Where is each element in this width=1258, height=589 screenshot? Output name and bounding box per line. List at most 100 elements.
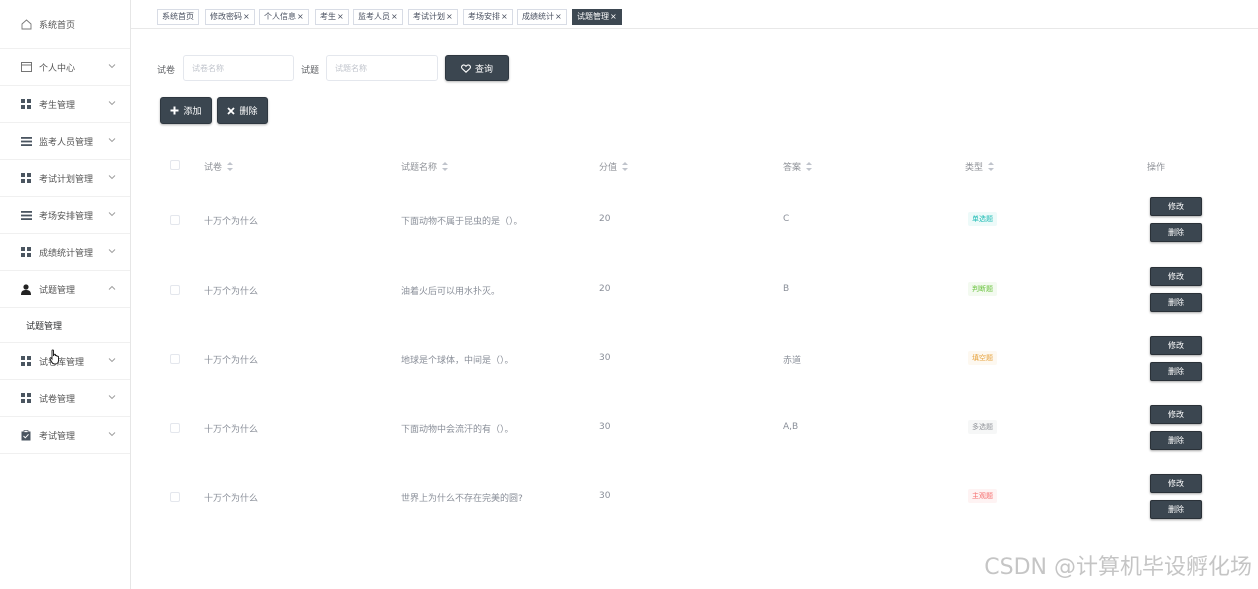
sidebar-item-label: 监考人员管理 [39, 137, 94, 148]
delete-button[interactable]: 删除 [1150, 223, 1202, 242]
paper-cell: 十万个为什么 [204, 356, 259, 366]
row-checkbox[interactable] [170, 423, 180, 433]
sidebar-item-5[interactable]: 考场安排管理 [0, 197, 130, 234]
submenu-item-questions[interactable]: 试题管理 [0, 308, 130, 343]
column-header-label: 试题名称 [401, 163, 438, 173]
sort-icon[interactable] [622, 162, 629, 171]
sidebar-item-label: 试卷库管理 [39, 357, 85, 368]
query-button[interactable]: 查询 [445, 55, 509, 81]
column-header-label: 试卷 [204, 163, 223, 173]
type-tag: 单选题 [968, 212, 997, 226]
sidebar-item-10[interactable]: 考试管理 [0, 417, 130, 454]
edit-button[interactable]: 修改 [1150, 474, 1202, 493]
edit-button[interactable]: 修改 [1150, 197, 1202, 216]
score-cell: 20 [599, 214, 611, 224]
sidebar-item-8[interactable]: 试卷库管理 [0, 343, 130, 380]
tab-label: 试题管理 [577, 12, 609, 21]
tab-label: 考试计划 [413, 12, 445, 21]
sort-icon[interactable] [442, 162, 449, 171]
batch-delete-button[interactable]: 删除 [217, 97, 268, 124]
sidebar-item-7[interactable]: 试题管理 [0, 271, 130, 308]
tab-1[interactable]: 修改密码× [205, 9, 255, 25]
type-tag: 多选题 [968, 420, 997, 434]
tab-0[interactable]: 系统首页 [157, 9, 199, 25]
add-button[interactable]: 添加 [160, 97, 212, 124]
tab-close-icon[interactable]: × [555, 12, 562, 21]
sidebar-item-4[interactable]: 考试计划管理 [0, 160, 130, 197]
edit-button[interactable]: 修改 [1150, 267, 1202, 286]
edit-button[interactable]: 修改 [1150, 336, 1202, 355]
column-header[interactable]: 答案 [783, 160, 813, 173]
select-all-checkbox[interactable] [170, 160, 180, 170]
query-button-label: 查询 [474, 64, 493, 75]
column-header[interactable]: 分值 [599, 160, 629, 173]
sort-icon[interactable] [988, 162, 995, 171]
sidebar-item-label: 试卷管理 [39, 394, 76, 405]
row-checkbox[interactable] [170, 492, 180, 502]
delete-button[interactable]: 删除 [1150, 500, 1202, 519]
sidebar-item-label: 考场安排管理 [39, 211, 94, 222]
tab-6[interactable]: 考场安排× [463, 9, 513, 25]
column-header[interactable]: 试卷 [204, 160, 234, 173]
tab-close-icon[interactable]: × [243, 12, 250, 21]
batch-delete-button-label: 删除 [239, 107, 258, 117]
row-checkbox[interactable] [170, 215, 180, 225]
tab-7[interactable]: 成绩统计× [517, 9, 567, 25]
column-header-label: 类型 [965, 163, 984, 173]
column-header[interactable]: 试题名称 [401, 160, 449, 173]
tab-close-icon[interactable]: × [337, 12, 344, 21]
paper-search-input[interactable] [183, 55, 294, 81]
sidebar-item-6[interactable]: 成绩统计管理 [0, 234, 130, 271]
sidebar-item-0[interactable]: 系统首页 [0, 0, 130, 49]
tab-8[interactable]: 试题管理× [572, 9, 622, 25]
score-cell: 30 [599, 353, 611, 363]
heart-icon [461, 63, 471, 73]
column-header: 操作 [1147, 160, 1165, 173]
type-tag: 判断题 [968, 282, 997, 296]
hand-cursor-icon [49, 349, 59, 365]
tab-close-icon[interactable]: × [446, 12, 453, 21]
sidebar-item-label: 考试计划管理 [39, 174, 94, 185]
grid-icon [20, 392, 32, 404]
tab-5[interactable]: 考试计划× [408, 9, 458, 25]
tab-close-icon[interactable]: × [610, 12, 617, 21]
question-search-input[interactable] [326, 55, 438, 81]
question-cell: 下面动物不属于昆虫的是（）。 [401, 217, 523, 227]
clipboard-icon [20, 429, 32, 441]
column-header[interactable]: 类型 [965, 160, 995, 173]
tab-label: 考场安排 [468, 12, 500, 21]
tab-3[interactable]: 考生× [315, 9, 349, 25]
tab-2[interactable]: 个人信息× [259, 9, 309, 25]
score-cell: 20 [599, 284, 611, 294]
list-icon [20, 209, 32, 221]
sidebar-item-label: 考试管理 [39, 431, 76, 442]
chevron-down-icon [108, 247, 116, 255]
paper-cell: 十万个为什么 [204, 217, 259, 227]
sidebar-item-2[interactable]: 考生管理 [0, 86, 130, 123]
row-checkbox[interactable] [170, 354, 180, 364]
sort-icon[interactable] [806, 162, 813, 171]
tab-close-icon[interactable]: × [391, 12, 398, 21]
grid-icon [20, 98, 32, 110]
sidebar-item-1[interactable]: 个人中心 [0, 49, 130, 86]
sidebar-item-9[interactable]: 试卷管理 [0, 380, 130, 417]
tab-label: 系统首页 [162, 12, 194, 21]
tab-4[interactable]: 监考人员× [353, 9, 403, 25]
score-cell: 30 [599, 422, 611, 432]
tab-close-icon[interactable]: × [297, 12, 304, 21]
answer-cell: A,B [783, 422, 799, 432]
answer-cell: B [783, 284, 790, 294]
paper-cell: 十万个为什么 [204, 287, 259, 297]
sort-icon[interactable] [227, 162, 234, 171]
delete-button[interactable]: 删除 [1150, 362, 1202, 381]
delete-button[interactable]: 删除 [1150, 431, 1202, 450]
edit-button[interactable]: 修改 [1150, 405, 1202, 424]
sidebar-item-label: 成绩统计管理 [39, 248, 94, 259]
tab-label: 修改密码 [210, 12, 242, 21]
sidebar-item-3[interactable]: 监考人员管理 [0, 123, 130, 160]
sidebar-item-label: 试题管理 [39, 285, 76, 296]
type-tag: 主观题 [968, 489, 997, 503]
tab-close-icon[interactable]: × [501, 12, 508, 21]
row-checkbox[interactable] [170, 285, 180, 295]
delete-button[interactable]: 删除 [1150, 293, 1202, 312]
